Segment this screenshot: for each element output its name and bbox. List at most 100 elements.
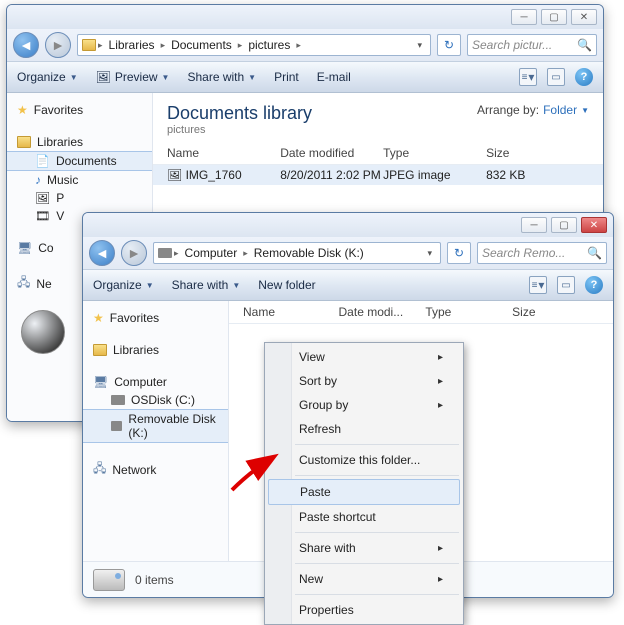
menu-group-by[interactable]: Group by bbox=[267, 393, 461, 417]
crumb-computer[interactable]: Computer bbox=[181, 244, 242, 262]
nav-back-button[interactable]: ◄ bbox=[13, 32, 39, 58]
star-icon: ★ bbox=[17, 103, 28, 117]
sidebar-favorites[interactable]: ★Favorites bbox=[7, 101, 152, 119]
sidebar-pictures[interactable]: 🖼P bbox=[7, 189, 152, 207]
crumb-removable[interactable]: Removable Disk (K:) bbox=[250, 244, 368, 262]
chevron-right-icon: ▸ bbox=[98, 40, 103, 51]
nav-forward-button[interactable]: ► bbox=[121, 240, 147, 266]
breadcrumb-bar[interactable]: ▸ Computer ▸ Removable Disk (K:) ▾ bbox=[153, 242, 441, 264]
star-icon: ★ bbox=[93, 311, 104, 325]
refresh-button[interactable]: ↻ bbox=[437, 34, 461, 56]
preview-pane-icon[interactable]: ▭ bbox=[547, 68, 565, 86]
crumb-libraries[interactable]: Libraries bbox=[105, 36, 159, 54]
annotation-arrow bbox=[230, 452, 280, 492]
sidebar-documents[interactable]: 📄Documents bbox=[7, 151, 152, 171]
col-size: Size bbox=[486, 146, 589, 160]
close-button[interactable]: ✕ bbox=[581, 217, 607, 233]
sidebar-drive-c[interactable]: OSDisk (C:) bbox=[83, 391, 228, 409]
search-box[interactable]: Search Remo... 🔍 bbox=[477, 242, 607, 264]
col-name: Name bbox=[243, 305, 339, 319]
toolbar: Organize▼ Share with▼ New folder ≡▾ ▭ ? bbox=[83, 269, 613, 301]
column-headers[interactable]: Name Date modified Type Size bbox=[153, 142, 603, 165]
menu-refresh[interactable]: Refresh bbox=[267, 417, 461, 441]
titlebar: ─ ▢ ✕ bbox=[83, 213, 613, 237]
menu-separator bbox=[295, 594, 459, 595]
help-icon[interactable]: ? bbox=[585, 276, 603, 294]
sidebar-music[interactable]: ♪Music bbox=[7, 171, 152, 189]
crumb-documents[interactable]: Documents bbox=[167, 36, 236, 54]
breadcrumb-bar[interactable]: ▸ Libraries ▸ Documents ▸ pictures ▸ ▾ bbox=[77, 34, 431, 56]
maximize-button[interactable]: ▢ bbox=[541, 9, 567, 25]
library-subtitle: pictures bbox=[167, 124, 312, 136]
videos-icon: 🎞 bbox=[35, 209, 50, 223]
computer-icon: 🖥 bbox=[93, 375, 108, 389]
view-options-icon[interactable]: ≡▾ bbox=[529, 276, 547, 294]
help-icon[interactable]: ? bbox=[575, 68, 593, 86]
titlebar: ─ ▢ ✕ bbox=[7, 5, 603, 29]
toolbar: Organize▼ 🖼 Preview▼ Share with▼ Print E… bbox=[7, 61, 603, 93]
preview-pane-icon[interactable]: ▭ bbox=[557, 276, 575, 294]
computer-icon: 🖥 bbox=[17, 241, 32, 255]
menu-new[interactable]: New bbox=[267, 567, 461, 591]
nav-back-button[interactable]: ◄ bbox=[89, 240, 115, 266]
share-with-button[interactable]: Share with▼ bbox=[187, 70, 256, 84]
menu-properties[interactable]: Properties bbox=[267, 598, 461, 622]
path-dropdown-icon[interactable]: ▾ bbox=[413, 40, 426, 51]
col-type: Type bbox=[383, 146, 486, 160]
sidebar-computer[interactable]: 🖥Computer bbox=[83, 373, 228, 391]
drive-icon bbox=[111, 421, 122, 431]
nav-forward-button[interactable]: ► bbox=[45, 32, 71, 58]
library-title: Documents library bbox=[167, 103, 312, 124]
menu-separator bbox=[295, 475, 459, 476]
email-button[interactable]: E-mail bbox=[317, 70, 351, 84]
close-button[interactable]: ✕ bbox=[571, 9, 597, 25]
menu-view[interactable]: View bbox=[267, 345, 461, 369]
menu-paste-shortcut[interactable]: Paste shortcut bbox=[267, 505, 461, 529]
sidebar-favorites[interactable]: ★Favorites bbox=[83, 309, 228, 327]
chevron-right-icon: ▸ bbox=[161, 40, 166, 51]
crumb-pictures[interactable]: pictures bbox=[244, 36, 294, 54]
menu-sort-by[interactable]: Sort by bbox=[267, 369, 461, 393]
share-with-button[interactable]: Share with▼ bbox=[172, 278, 241, 292]
libraries-icon bbox=[17, 136, 31, 148]
minimize-button[interactable]: ─ bbox=[521, 217, 547, 233]
new-folder-button[interactable]: New folder bbox=[258, 278, 315, 292]
sidebar-network[interactable]: 🖧Network bbox=[83, 457, 228, 482]
search-icon: 🔍 bbox=[587, 246, 602, 260]
network-icon: 🖧 bbox=[93, 459, 106, 480]
address-bar: ◄ ► ▸ Computer ▸ Removable Disk (K:) ▾ ↻… bbox=[83, 237, 613, 269]
col-name: Name bbox=[167, 146, 280, 160]
menu-paste[interactable]: Paste bbox=[268, 479, 460, 505]
print-button[interactable]: Print bbox=[274, 70, 299, 84]
sidebar-libraries[interactable]: Libraries bbox=[83, 341, 228, 359]
arrange-dropdown-icon: ▼ bbox=[581, 106, 589, 115]
search-placeholder: Search Remo... bbox=[482, 246, 565, 260]
music-icon: ♪ bbox=[35, 173, 41, 187]
context-menu: View Sort by Group by Refresh Customize … bbox=[264, 342, 464, 625]
menu-customize-folder[interactable]: Customize this folder... bbox=[267, 448, 461, 472]
organize-button[interactable]: Organize▼ bbox=[17, 70, 78, 84]
navigation-pane: ★Favorites Libraries 🖥Computer OSDisk (C… bbox=[83, 301, 229, 561]
minimize-button[interactable]: ─ bbox=[511, 9, 537, 25]
refresh-button[interactable]: ↻ bbox=[447, 242, 471, 264]
address-bar: ◄ ► ▸ Libraries ▸ Documents ▸ pictures ▸… bbox=[7, 29, 603, 61]
chevron-right-icon: ▸ bbox=[174, 248, 179, 259]
network-icon: 🖧 bbox=[17, 273, 30, 294]
menu-share-with[interactable]: Share with bbox=[267, 536, 461, 560]
preview-button[interactable]: 🖼 Preview▼ bbox=[96, 70, 170, 84]
path-dropdown-icon[interactable]: ▾ bbox=[423, 248, 436, 259]
document-icon: 📄 bbox=[35, 154, 50, 168]
view-options-icon[interactable]: ≡▾ bbox=[519, 68, 537, 86]
drive-icon bbox=[111, 395, 125, 405]
file-row[interactable]: 🖼 IMG_1760 8/20/2011 2:02 PM JPEG image … bbox=[153, 165, 603, 185]
search-box[interactable]: Search pictur... 🔍 bbox=[467, 34, 597, 56]
column-headers[interactable]: Name Date modi... Type Size bbox=[229, 301, 613, 324]
maximize-button[interactable]: ▢ bbox=[551, 217, 577, 233]
arrange-by[interactable]: Arrange by: Folder ▼ bbox=[477, 103, 589, 117]
menu-separator bbox=[295, 444, 459, 445]
drive-status-icon bbox=[93, 569, 125, 591]
sidebar-libraries[interactable]: Libraries bbox=[7, 133, 152, 151]
organize-button[interactable]: Organize▼ bbox=[93, 278, 154, 292]
sidebar-drive-k[interactable]: Removable Disk (K:) bbox=[83, 409, 228, 443]
menu-separator bbox=[295, 532, 459, 533]
